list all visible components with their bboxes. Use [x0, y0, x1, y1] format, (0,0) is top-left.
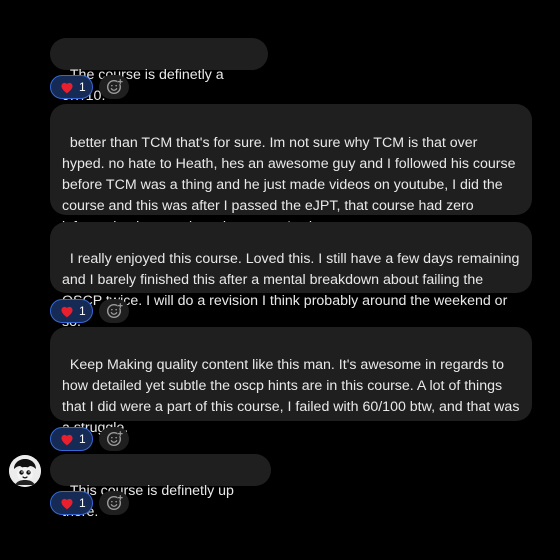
- add-reaction-icon: [106, 430, 123, 447]
- avatar[interactable]: [9, 455, 41, 487]
- add-reaction-button[interactable]: [99, 491, 129, 515]
- heart-icon: [61, 434, 73, 445]
- reaction-count: 1: [79, 80, 86, 94]
- heart-reaction-button[interactable]: 1: [50, 299, 93, 323]
- reaction-count: 1: [79, 496, 86, 510]
- heart-reaction-button[interactable]: 1: [50, 427, 93, 451]
- add-reaction-button[interactable]: [99, 299, 129, 323]
- heart-icon: [61, 82, 73, 93]
- message-text: Keep Making quality content like this ma…: [62, 357, 524, 436]
- message-text: better than TCM that's for sure. Im not …: [62, 135, 516, 235]
- heart-icon: [61, 498, 73, 509]
- add-reaction-icon: [106, 494, 123, 511]
- heart-icon: [61, 306, 73, 317]
- message-bubble: This course is definetly up there.: [50, 454, 271, 520]
- add-reaction-button[interactable]: [99, 75, 129, 99]
- reaction-bar: 1: [50, 427, 129, 451]
- reaction-bar: 1: [50, 299, 129, 323]
- message-bubble: The course is definetly a 9.7/10.: [50, 38, 268, 104]
- reaction-count: 1: [79, 304, 86, 318]
- message-bubble: better than TCM that's for sure. Im not …: [50, 104, 532, 235]
- reaction-bar: 1: [50, 491, 129, 515]
- add-reaction-icon: [106, 78, 123, 95]
- message-text: I really enjoyed this course. Loved this…: [62, 251, 520, 330]
- add-reaction-icon: [106, 302, 123, 319]
- add-reaction-button[interactable]: [99, 427, 129, 451]
- heart-reaction-button[interactable]: 1: [50, 491, 93, 515]
- heart-reaction-button[interactable]: 1: [50, 75, 93, 99]
- avatar-icon: [9, 455, 41, 487]
- reaction-count: 1: [79, 432, 86, 446]
- message-bubble: Keep Making quality content like this ma…: [50, 327, 532, 436]
- message-bubble: I really enjoyed this course. Loved this…: [50, 222, 532, 330]
- reaction-bar: 1: [50, 75, 129, 99]
